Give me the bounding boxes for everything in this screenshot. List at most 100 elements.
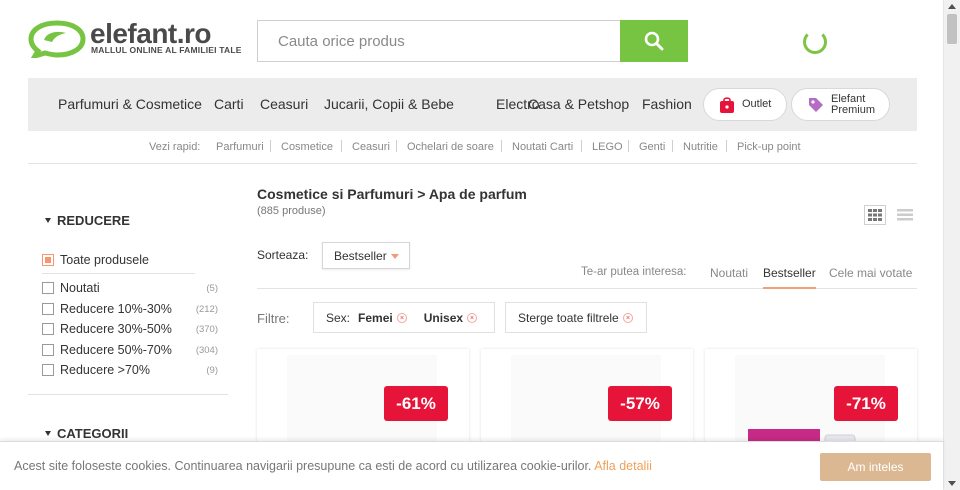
chevron-down-icon (391, 254, 399, 259)
tag-icon (809, 97, 823, 112)
site-logo[interactable]: elefant.ro MALLUL ONLINE AL FAMILIEI TAL… (28, 18, 241, 62)
clear-filters-label: Sterge toate filtrele (518, 310, 619, 325)
collapse-triangle-icon (45, 218, 51, 223)
quick-links-label: Vezi rapid: (149, 141, 201, 153)
main-navigation: Parfumuri & Cosmetice Carti Ceasuri Juca… (28, 78, 917, 131)
checkbox[interactable] (42, 282, 54, 294)
page-title: Cosmetice si Parfumuri > Apa de parfum (257, 186, 527, 202)
quick-link-noutati-carti[interactable]: Noutati Carti (512, 141, 573, 153)
filter-option-reducere-10-30[interactable]: Reducere 10%-30% (212) (42, 302, 218, 318)
cookie-details-link[interactable]: Afla detalii (594, 459, 652, 473)
discount-badge: -57% (608, 386, 672, 421)
list-view-button[interactable] (896, 205, 914, 225)
discount-badge: -61% (384, 386, 448, 421)
filter-chip-sex: Sex: Femei Unisex (313, 302, 495, 333)
cookie-message: Acest site foloseste cookies. Continuare… (14, 459, 592, 473)
cookie-message-wrap: Acest site foloseste cookies. Continuare… (14, 459, 652, 473)
quick-link-cosmetice[interactable]: Cosmetice (281, 141, 333, 153)
filter-option-reducere-30-50[interactable]: Reducere 30%-50% (370) (42, 322, 218, 338)
premium-label-line2: Premium (831, 103, 876, 116)
grid-view-button[interactable] (864, 205, 886, 225)
filter-option-noutati[interactable]: Noutati (5) (42, 281, 218, 297)
nav-item-casa-petshop[interactable]: Casa & Petshop (528, 96, 629, 112)
quick-link-pickup-point[interactable]: Pick-up point (737, 141, 801, 153)
sort-select[interactable]: Bestseller (322, 242, 410, 269)
scroll-thumb[interactable] (947, 14, 957, 44)
cookie-accept-button[interactable]: Am inteles (820, 453, 931, 481)
filter-option-count: (9) (206, 365, 218, 376)
quick-link-parfumuri[interactable]: Parfumuri (216, 141, 264, 153)
quick-link-lego[interactable]: LEGO (592, 141, 623, 153)
sidebar-section-divider (28, 394, 228, 395)
checkbox-checked[interactable] (42, 254, 54, 266)
clear-filters-button[interactable]: Sterge toate filtrele (505, 302, 647, 333)
outlet-button[interactable]: Outlet (703, 88, 787, 121)
brand-tagline: MALLUL ONLINE AL FAMILIEI TALE (91, 45, 242, 55)
nav-item-fashion[interactable]: Fashion (642, 96, 692, 112)
scroll-down-arrow-icon[interactable] (948, 481, 956, 486)
quick-link-ochelari[interactable]: Ochelari de soare (407, 141, 494, 153)
quick-link-nutritie[interactable]: Nutritie (683, 141, 718, 153)
filter-option-label: Reducere 10%-30% (60, 302, 172, 316)
checkbox[interactable] (42, 344, 54, 356)
loading-spinner-icon (803, 30, 827, 54)
quick-link-separator (672, 140, 673, 152)
filter-chip-sex-label: Sex: (326, 310, 351, 325)
nav-item-jucarii[interactable]: Jucarii, Copii & Bebe (324, 96, 454, 112)
nav-item-parfumuri-cosmetice[interactable]: Parfumuri & Cosmetice (58, 96, 202, 112)
sort-label: Sorteaza: (257, 248, 309, 262)
outlet-label: Outlet (742, 98, 772, 110)
filter-reducere-title: REDUCERE (57, 213, 130, 228)
premium-label-line1: Elefant (831, 92, 866, 105)
nav-item-ceasuri[interactable]: Ceasuri (260, 96, 308, 112)
remove-filter-femei-icon[interactable] (396, 312, 407, 323)
filter-option-count: (212) (195, 304, 218, 315)
quick-link-ceasuri[interactable]: Ceasuri (352, 141, 390, 153)
quick-link-separator (726, 140, 727, 152)
interest-label: Te-ar putea interesa: (581, 266, 687, 278)
nav-item-carti[interactable]: Carti (214, 96, 244, 112)
checkbox[interactable] (42, 323, 54, 335)
filter-option-all-products[interactable]: Toate produsele (42, 253, 218, 269)
sort-selected-value: Bestseller (334, 249, 387, 263)
quick-link-separator (501, 140, 502, 152)
quick-link-separator (581, 140, 582, 152)
product-count: (885 produse) (257, 205, 326, 217)
tab-noutati[interactable]: Noutati (710, 266, 748, 280)
filter-divider (42, 273, 195, 274)
filter-chip-value-femei: Femei (358, 310, 393, 325)
search-icon (644, 31, 664, 51)
active-tab-indicator (763, 287, 816, 289)
page-scrollbar[interactable] (943, 0, 960, 490)
grid-view-icon (868, 209, 882, 221)
quick-link-separator (396, 140, 397, 152)
quick-link-separator (270, 140, 271, 152)
filter-option-label: Reducere 50%-70% (60, 343, 172, 357)
collapse-triangle-icon (45, 431, 51, 436)
scroll-up-arrow-icon[interactable] (948, 4, 956, 9)
filter-categorii-title: CATEGORII (57, 426, 129, 441)
remove-filter-unisex-icon[interactable] (467, 312, 478, 323)
shopping-bag-icon (720, 96, 734, 113)
filter-option-reducere-70-plus[interactable]: Reducere >70% (9) (42, 363, 218, 379)
quick-link-separator (628, 140, 629, 152)
header-divider (28, 163, 917, 164)
filter-reducere-heading[interactable]: REDUCERE (45, 213, 130, 228)
search-input[interactable] (258, 21, 620, 61)
filter-option-label: Reducere 30%-50% (60, 322, 172, 336)
elefant-premium-button[interactable]: Elefant Premium (791, 88, 890, 121)
filter-option-count: (304) (195, 345, 218, 356)
filter-option-reducere-50-70[interactable]: Reducere 50%-70% (304) (42, 343, 218, 359)
checkbox[interactable] (42, 364, 54, 376)
checkbox[interactable] (42, 303, 54, 315)
quick-link-separator (341, 140, 342, 152)
search-button[interactable] (620, 20, 688, 62)
tab-cele-mai-votate[interactable]: Cele mai votate (829, 266, 912, 280)
filter-categorii-heading[interactable]: CATEGORII (45, 426, 128, 441)
tab-bestseller[interactable]: Bestseller (763, 266, 816, 280)
quick-link-genti[interactable]: Genti (639, 141, 665, 153)
discount-badge: -71% (834, 386, 898, 421)
quick-links-bar: Vezi rapid: Parfumuri Cosmetice Ceasuri … (28, 139, 917, 155)
cookie-banner: Acest site foloseste cookies. Continuare… (0, 441, 943, 490)
filters-label: Filtre: (257, 311, 290, 326)
